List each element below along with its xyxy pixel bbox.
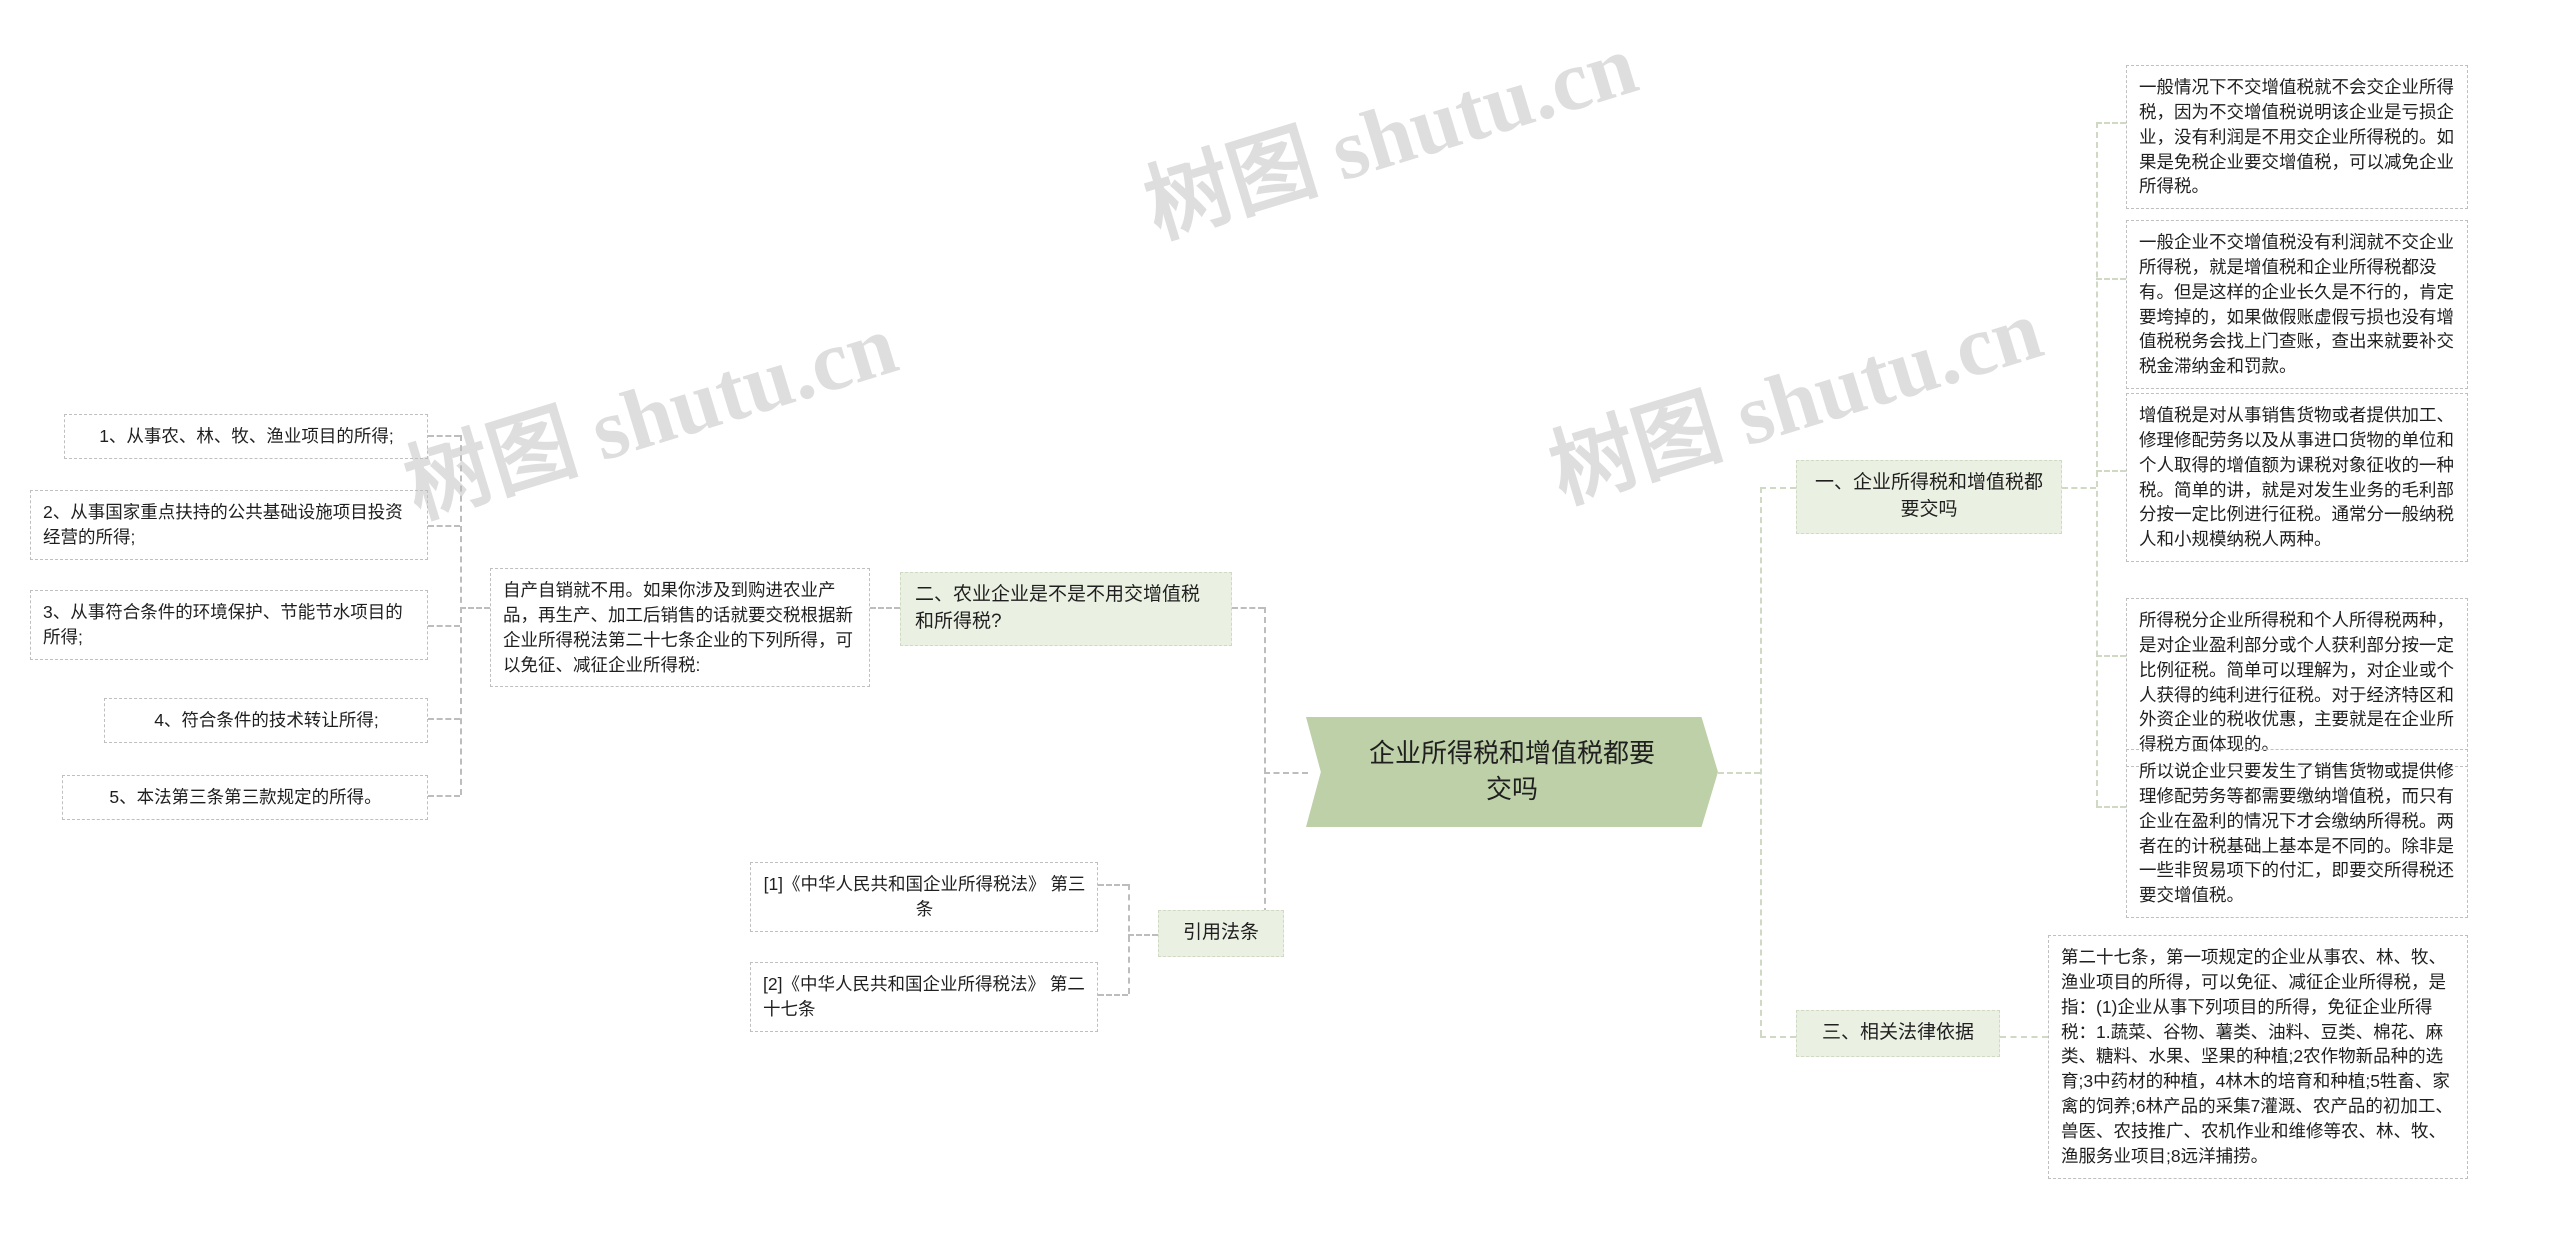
right-node-1-5[interactable]: 所以说企业只要发生了销售货物或提供修理修配劳务等都需要缴纳增值税，而只有企业在盈…	[2126, 749, 2468, 919]
left-node-2-3[interactable]: 3、从事符合条件的环境保护、节能节水项目的所得;	[30, 590, 428, 660]
central-node-label: 企业所得税和增值税都要交吗	[1368, 738, 1655, 804]
right-node-1-2[interactable]: 一般企业不交增值税没有利润就不交企业所得税，就是增值税和企业所得税都没有。但是这…	[2126, 220, 2468, 390]
left-citation-2-text: [2]《中华人民共和国企业所得税法》 第二十七条	[763, 974, 1085, 1019]
left-node-2-2[interactable]: 2、从事国家重点扶持的公共基础设施项目投资经营的所得;	[30, 490, 428, 560]
left-category-2[interactable]: 二、农业企业是不是不用交增值税和所得税?	[900, 572, 1232, 646]
left-node-2-3-text: 3、从事符合条件的环境保护、节能节水项目的所得;	[43, 602, 403, 647]
right-node-1-5-text: 所以说企业只要发生了销售货物或提供修理修配劳务等都需要缴纳增值税，而只有企业在盈…	[2139, 761, 2454, 906]
left-category-2-label: 二、农业企业是不是不用交增值税和所得税?	[915, 584, 1201, 632]
right-category-3-label: 三、相关法律依据	[1821, 1022, 1974, 1043]
left-detail-node-text: 自产自销就不用。如果你涉及到购进农业产品，再生产、加工后销售的话就要交税根据新企…	[503, 580, 853, 675]
right-node-1-4[interactable]: 所得税分企业所得税和个人所得税两种，是对企业盈利部分或个人获利部分按一定比例征税…	[2126, 598, 2468, 768]
left-citation-group-label: 引用法条	[1182, 922, 1259, 943]
left-detail-node[interactable]: 自产自销就不用。如果你涉及到购进农业产品，再生产、加工后销售的话就要交税根据新企…	[490, 568, 870, 688]
right-node-1-1[interactable]: 一般情况下不交增值税就不会交企业所得税，因为不交增值税说明该企业是亏损企业，没有…	[2126, 65, 2468, 210]
left-node-2-5[interactable]: 5、本法第三条第三款规定的所得。	[62, 775, 428, 820]
right-category-1-label: 一、企业所得税和增值税都要交吗	[1814, 472, 2043, 520]
right-node-1-3-text: 增值税是对从事销售货物或者提供加工、修理修配劳务以及从事进口货物的单位和个人取得…	[2139, 405, 2454, 550]
right-node-1-2-text: 一般企业不交增值税没有利润就不交企业所得税，就是增值税和企业所得税都没有。但是这…	[2139, 232, 2454, 377]
left-node-2-5-text: 5、本法第三条第三款规定的所得。	[109, 787, 382, 807]
left-node-2-1[interactable]: 1、从事农、林、牧、渔业项目的所得;	[64, 414, 428, 459]
right-node-3-1[interactable]: 第二十七条，第一项规定的企业从事农、林、牧、渔业项目的所得，可以免征、减征企业所…	[2048, 935, 2468, 1179]
right-node-1-1-text: 一般情况下不交增值税就不会交企业所得税，因为不交增值税说明该企业是亏损企业，没有…	[2139, 77, 2454, 197]
mindmap-canvas: 树图 shutu.cn 树图 shutu.cn 树图 shutu.cn 企业所得…	[0, 0, 2560, 1246]
right-category-1[interactable]: 一、企业所得税和增值税都要交吗	[1796, 460, 2062, 534]
watermark-center: 树图 shutu.cn	[1134, 15, 1648, 256]
right-node-1-3[interactable]: 增值税是对从事销售货物或者提供加工、修理修配劳务以及从事进口货物的单位和个人取得…	[2126, 393, 2468, 563]
right-node-1-4-text: 所得税分企业所得税和个人所得税两种，是对企业盈利部分或个人获利部分按一定比例征税…	[2139, 610, 2454, 755]
right-category-3[interactable]: 三、相关法律依据	[1796, 1010, 2000, 1057]
left-citation-1-text: [1]《中华人民共和国企业所得税法》 第三条	[763, 874, 1086, 919]
left-node-2-2-text: 2、从事国家重点扶持的公共基础设施项目投资经营的所得;	[43, 502, 403, 547]
watermark-left: 树图 shutu.cn	[394, 295, 908, 536]
central-node[interactable]: 企业所得税和增值税都要交吗	[1306, 717, 1718, 827]
left-citation-group[interactable]: 引用法条	[1158, 910, 1284, 957]
right-node-3-1-text: 第二十七条，第一项规定的企业从事农、林、牧、渔业项目的所得，可以免征、减征企业所…	[2061, 947, 2453, 1166]
left-citation-1[interactable]: [1]《中华人民共和国企业所得税法》 第三条	[750, 862, 1098, 932]
left-node-2-4-text: 4、符合条件的技术转让所得;	[154, 710, 379, 730]
left-node-2-1-text: 1、从事农、林、牧、渔业项目的所得;	[99, 426, 394, 446]
left-node-2-4[interactable]: 4、符合条件的技术转让所得;	[104, 698, 428, 743]
left-citation-2[interactable]: [2]《中华人民共和国企业所得税法》 第二十七条	[750, 962, 1098, 1032]
